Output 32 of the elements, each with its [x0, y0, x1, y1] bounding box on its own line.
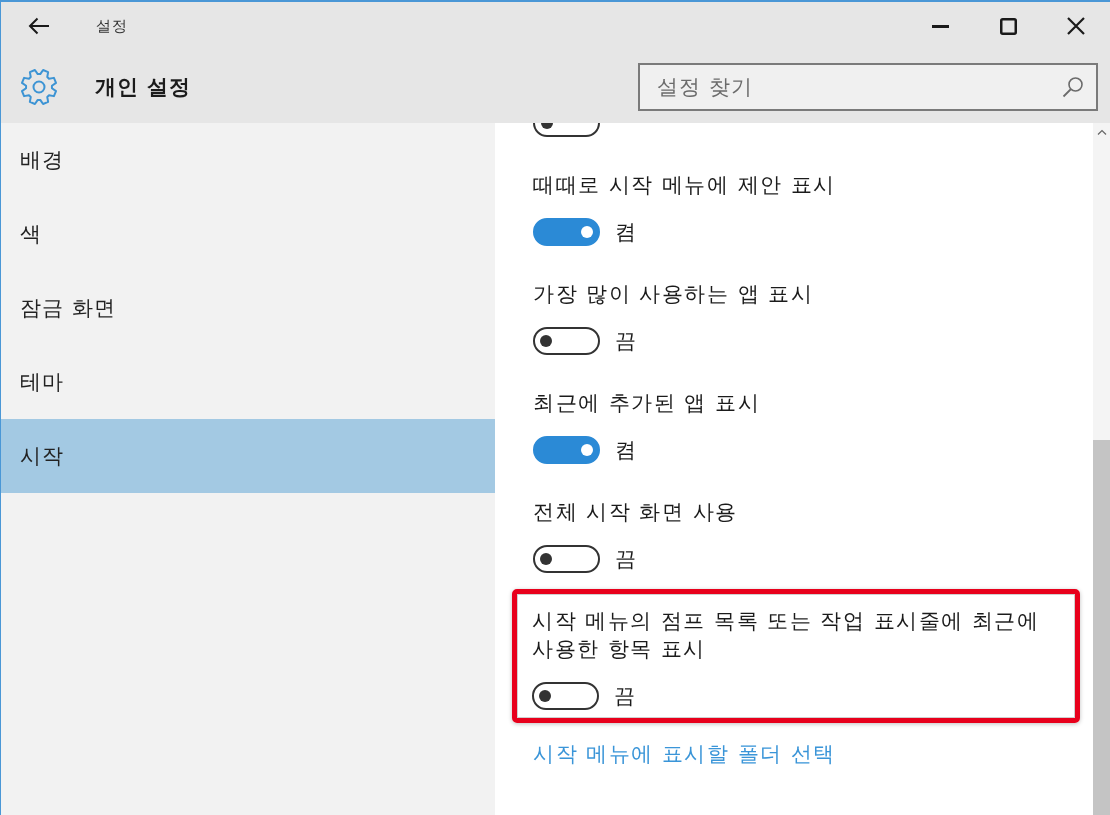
- setting-label: 시작 메뉴의 점프 목록 또는 작업 표시줄에 최근에 사용한 항목 표시: [532, 608, 1041, 663]
- minimize-icon: [931, 24, 949, 28]
- gear-icon: [20, 67, 58, 106]
- left-arrow-icon: [28, 17, 50, 35]
- toggle-switch[interactable]: [533, 436, 600, 464]
- toggle-switch[interactable]: [533, 327, 600, 355]
- maximize-icon: [999, 17, 1017, 35]
- search-field[interactable]: 설정 찾기: [638, 62, 1098, 111]
- toggle-state-text: 끔: [615, 328, 636, 355]
- toggle-switch[interactable]: [533, 218, 600, 246]
- toggle-state-text: 켬: [615, 437, 636, 464]
- setting-label: 가장 많이 사용하는 앱 표시: [533, 281, 815, 308]
- setting-label: 때때로 시작 메뉴에 제안 표시: [533, 172, 837, 199]
- sidebar-item[interactable]: 색: [1, 197, 495, 271]
- sidebar-item[interactable]: 시작: [1, 419, 495, 493]
- toggle-switch[interactable]: [532, 682, 599, 710]
- chevron-up-icon[interactable]: [1096, 129, 1107, 135]
- page-title: 개인 설정: [95, 73, 192, 101]
- toggle-state-text: 끔: [614, 683, 635, 710]
- setting-label: 전체 시작 화면 사용: [533, 499, 739, 526]
- toggle-switch[interactable]: [533, 123, 600, 137]
- scrollbar-thumb[interactable]: [1093, 440, 1110, 815]
- toggle-state-text: 켬: [615, 219, 636, 246]
- search-icon[interactable]: [1062, 75, 1084, 98]
- toggle-switch[interactable]: [533, 545, 600, 573]
- toggle-state-text: 끔: [615, 546, 636, 573]
- window-title: 설정: [96, 16, 128, 36]
- setting-label: 최근에 추가된 앱 표시: [533, 390, 762, 417]
- sidebar-item[interactable]: 배경: [1, 123, 495, 197]
- sidebar-item[interactable]: 테마: [1, 345, 495, 419]
- close-icon: [1067, 17, 1085, 35]
- sidebar-item[interactable]: 잠금 화면: [1, 271, 495, 345]
